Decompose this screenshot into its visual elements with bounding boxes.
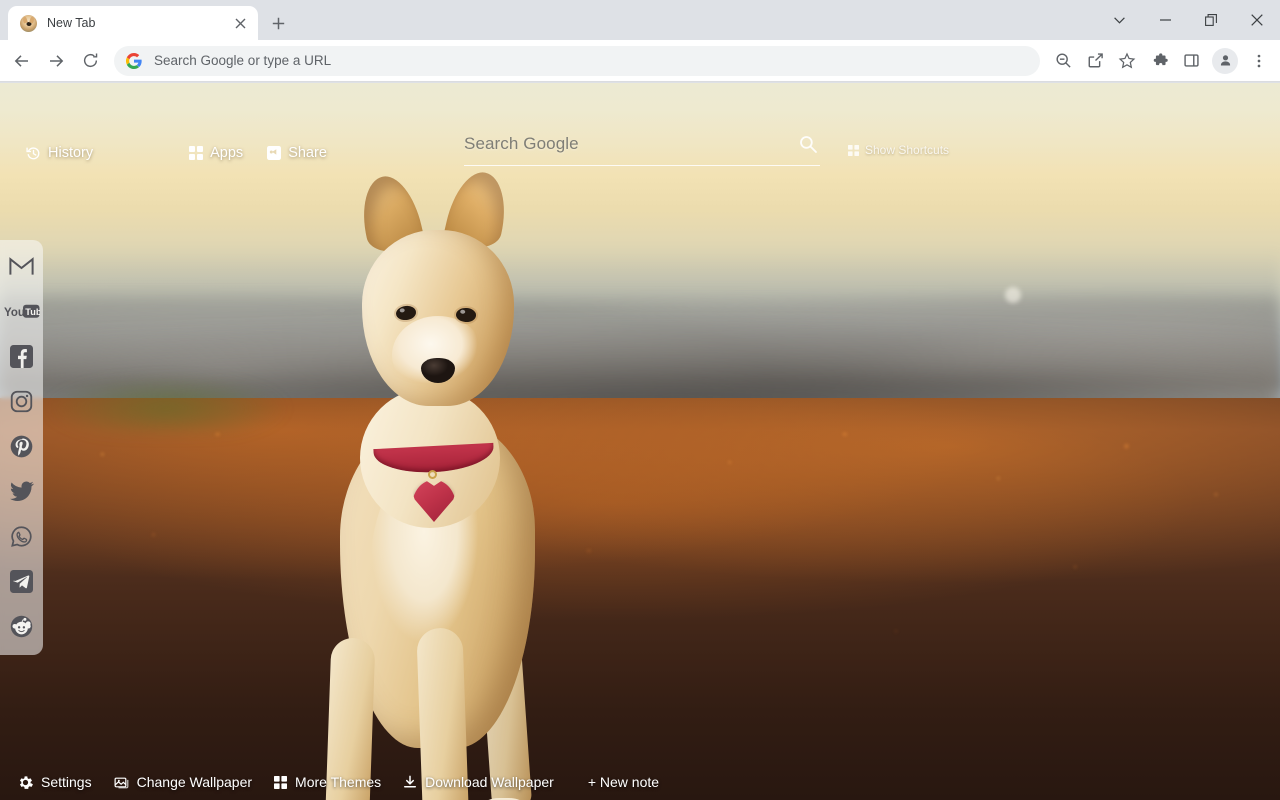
bottom-link-label: More Themes: [295, 774, 382, 790]
newtab-bottom-bar: Settings Change Wallpaper More Themes Do…: [0, 774, 1280, 790]
show-shortcuts-toggle[interactable]: Show Shortcuts: [848, 143, 949, 157]
social-shortcut-rail: You Tube: [0, 240, 43, 655]
address-bar[interactable]: Search Google or type a URL: [114, 45, 1040, 76]
wallpaper-photo: [0, 83, 1280, 800]
extensions-puzzle-icon[interactable]: [1144, 46, 1174, 76]
gear-icon: [18, 775, 33, 790]
browser-window: New Tab Search Google or type a URL Hist…: [0, 0, 1280, 800]
history-icon: [26, 146, 41, 161]
dog-tag-ring: [428, 470, 437, 479]
google-search-box[interactable]: Search Google: [464, 123, 820, 166]
chevron-down-icon[interactable]: [1096, 4, 1142, 36]
new-note-button[interactable]: + New note: [588, 774, 659, 790]
settings-button[interactable]: Settings: [18, 774, 92, 790]
wallpaper-grass-patch: [25, 369, 308, 435]
more-themes-button[interactable]: More Themes: [274, 774, 381, 790]
google-g-icon: [126, 52, 142, 69]
svg-text:Tube: Tube: [25, 307, 40, 317]
shiba-inu-dog: [300, 158, 600, 800]
bookmark-star-icon[interactable]: [1112, 46, 1142, 76]
tab-strip: New Tab: [0, 0, 1280, 40]
reddit-icon[interactable]: [3, 608, 41, 645]
new-tab-page: History Apps Share Search Google Show Sh…: [0, 83, 1280, 800]
restore-icon[interactable]: [1188, 4, 1234, 36]
grid-icon: [848, 144, 859, 156]
download-wallpaper-button[interactable]: Download Wallpaper: [403, 774, 554, 790]
pinterest-icon[interactable]: [3, 428, 41, 465]
back-button[interactable]: [6, 45, 38, 77]
image-icon: [114, 775, 129, 790]
address-bar-placeholder: Search Google or type a URL: [154, 53, 332, 68]
nav-link-label: History: [48, 145, 94, 161]
bottom-link-label: Change Wallpaper: [136, 774, 253, 790]
gmail-icon[interactable]: [3, 248, 41, 285]
twitter-icon[interactable]: [3, 473, 41, 510]
share-icon: [267, 146, 282, 160]
download-icon: [403, 775, 417, 789]
bottom-link-label: Download Wallpaper: [425, 774, 554, 790]
telegram-icon[interactable]: [3, 563, 41, 600]
tab-new-tab[interactable]: New Tab: [8, 6, 258, 40]
grid-icon: [274, 775, 288, 789]
more-vert-icon[interactable]: [1244, 46, 1274, 76]
show-shortcuts-label: Show Shortcuts: [865, 143, 950, 157]
forward-button[interactable]: [40, 45, 72, 77]
new-tab-button[interactable]: [264, 9, 292, 37]
svg-text:You: You: [4, 307, 25, 319]
change-wallpaper-button[interactable]: Change Wallpaper: [114, 774, 252, 790]
facebook-icon[interactable]: [3, 338, 41, 375]
nav-link-apps[interactable]: Apps: [189, 145, 243, 161]
nav-link-label: Apps: [210, 145, 244, 161]
shiba-dog-favicon: [20, 14, 37, 32]
bottom-link-label: Settings: [41, 774, 92, 790]
minimize-icon[interactable]: [1142, 4, 1188, 36]
zoom-out-icon[interactable]: [1048, 46, 1078, 76]
close-icon[interactable]: [1234, 4, 1280, 36]
share-icon[interactable]: [1080, 46, 1110, 76]
browser-toolbar: Search Google or type a URL: [0, 40, 1280, 82]
nav-link-history[interactable]: History: [26, 145, 93, 161]
search-input[interactable]: Search Google: [464, 134, 798, 154]
whatsapp-icon[interactable]: [3, 518, 41, 555]
close-icon[interactable]: [230, 13, 250, 33]
nav-link-label: Share: [288, 145, 327, 161]
reload-button[interactable]: [74, 45, 106, 77]
window-controls: [1096, 0, 1280, 40]
apps-grid-icon: [189, 146, 204, 160]
tab-title: New Tab: [47, 16, 96, 30]
instagram-icon[interactable]: [3, 383, 41, 420]
profile-avatar-icon[interactable]: [1212, 47, 1238, 74]
new-note-label: + New note: [587, 774, 660, 790]
wallpaper-ground-speckle: [0, 398, 1280, 800]
nav-link-share[interactable]: Share: [267, 145, 327, 161]
search-underline: [464, 165, 820, 166]
youtube-icon[interactable]: You Tube: [3, 293, 41, 330]
search-magnifier-icon[interactable]: [798, 134, 820, 154]
side-panel-icon[interactable]: [1176, 46, 1206, 76]
